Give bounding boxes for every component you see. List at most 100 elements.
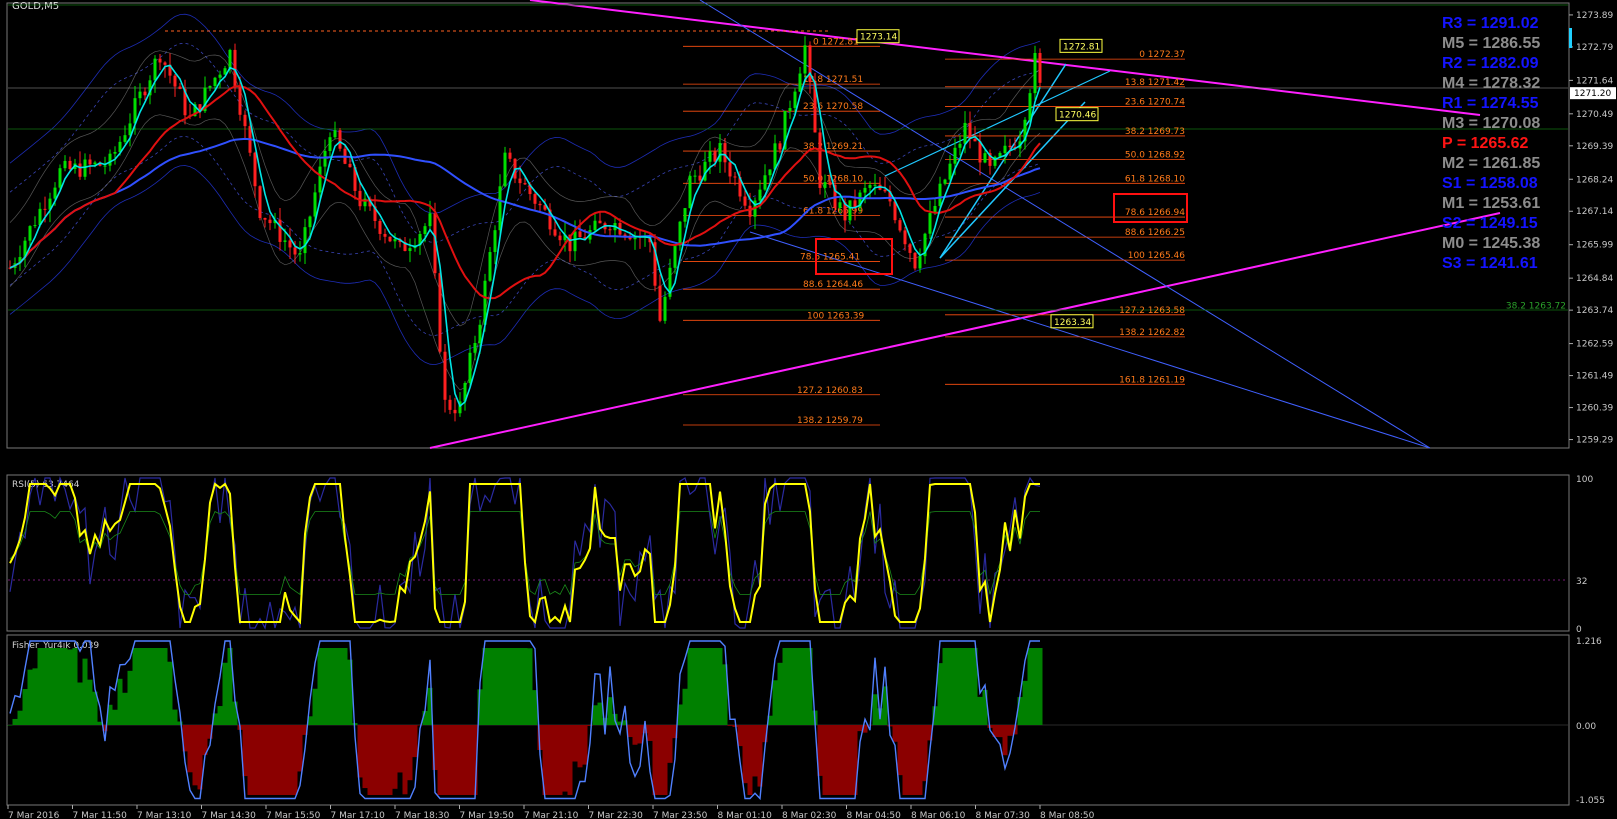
- fisher-histogram-bar: [907, 725, 913, 795]
- candle-body: [78, 163, 82, 177]
- candle-body: [1033, 53, 1037, 94]
- fisher-histogram-bar: [997, 725, 1003, 738]
- fisher-histogram-bar: [362, 725, 368, 789]
- candle-body: [898, 220, 902, 231]
- fisher-histogram-bar: [437, 725, 443, 795]
- candle-body: [428, 213, 432, 227]
- candle-body: [378, 221, 382, 234]
- candle-body: [873, 184, 877, 186]
- fisher-histogram-bar: [337, 648, 343, 725]
- candle-body: [478, 324, 482, 344]
- candle-body: [293, 247, 297, 255]
- candle-body: [493, 230, 497, 253]
- fisher-histogram-bar: [942, 648, 948, 725]
- candle-body: [308, 216, 312, 228]
- fib-label-left: 100 1263.39: [807, 311, 865, 321]
- time-tick-label: 7 Mar 2016: [8, 811, 60, 819]
- fisher-histogram-bar: [167, 661, 173, 725]
- time-tick-label: 8 Mar 02:30: [782, 811, 837, 819]
- fisher-histogram-bar: [287, 725, 293, 795]
- candle-body: [978, 141, 982, 163]
- time-tick-label: 7 Mar 22:30: [589, 811, 644, 819]
- fisher-histogram-bar: [952, 648, 958, 725]
- price-tick-label: 1262.59: [1576, 340, 1613, 350]
- time-tick-label: 7 Mar 18:30: [395, 811, 450, 819]
- candle-body: [218, 74, 222, 78]
- fisher-histogram-bar: [502, 648, 508, 725]
- candle-body: [83, 159, 87, 177]
- fisher-histogram-bar: [727, 725, 733, 726]
- fib-label-right: 127.2 1263.58: [1119, 306, 1185, 316]
- candle-body: [683, 208, 687, 222]
- pivot-label: R1 = 1274.55: [1442, 95, 1539, 112]
- rsi-level-label: 32: [1576, 577, 1587, 587]
- candle-body: [333, 130, 337, 138]
- fib-label-right: 23.6 1270.74: [1125, 98, 1185, 108]
- candle-body: [963, 122, 967, 144]
- candle-body: [213, 77, 217, 87]
- fisher-histogram-bar: [652, 725, 658, 795]
- candle-body: [518, 178, 522, 184]
- candle-body: [328, 137, 332, 152]
- candle-body: [838, 202, 842, 208]
- candle-body: [973, 138, 977, 142]
- fisher-histogram-bar: [662, 725, 668, 795]
- candle-body: [298, 253, 302, 255]
- fisher-histogram-bar: [1007, 725, 1013, 736]
- candle-body: [393, 239, 397, 242]
- candle-body: [673, 245, 677, 268]
- fisher-histogram-bar: [22, 689, 28, 725]
- fisher-histogram-bar: [82, 658, 88, 725]
- fisher-histogram-bar: [52, 648, 58, 725]
- fib-label-right: 50.0 1268.92: [1125, 150, 1185, 160]
- candle-body: [338, 130, 342, 149]
- fisher-level-label: -1.055: [1576, 796, 1605, 806]
- fisher-histogram-bar: [312, 688, 318, 725]
- candle-body: [143, 91, 147, 96]
- candle-body: [708, 151, 712, 162]
- candle-body: [153, 58, 157, 81]
- fisher-histogram-bar: [732, 725, 738, 727]
- candle-body: [278, 219, 282, 242]
- candle-body: [523, 183, 527, 185]
- fisher-histogram-bar: [222, 662, 228, 725]
- fisher-histogram-bar: [582, 725, 588, 765]
- fisher-histogram-bar: [922, 725, 928, 782]
- fisher-histogram-bar: [797, 648, 803, 725]
- time-tick-label: 7 Mar 21:10: [524, 811, 579, 819]
- fisher-histogram-bar: [277, 725, 283, 795]
- fisher-histogram-bar: [1032, 648, 1038, 725]
- time-tick-label: 7 Mar 15:50: [266, 811, 321, 819]
- candle-body: [1028, 93, 1032, 120]
- price-box-label: 1263.34: [1054, 318, 1091, 328]
- candle-body: [983, 153, 987, 163]
- fisher-histogram-bar: [917, 725, 923, 795]
- candle-body: [448, 399, 452, 410]
- fib-label-left: 23.6 1270.58: [803, 102, 863, 112]
- fisher-histogram-bar: [872, 694, 878, 725]
- candle-body: [953, 147, 957, 164]
- time-tick-label: 8 Mar 06:10: [911, 811, 966, 819]
- candle-body: [768, 169, 772, 176]
- price-tick-label: 1268.24: [1576, 175, 1613, 185]
- fisher-histogram-bar: [27, 669, 33, 725]
- candle-body: [578, 231, 582, 238]
- fisher-histogram-bar: [262, 725, 268, 795]
- price-box-label: 1273.14: [860, 33, 897, 43]
- pivot-label: M1 = 1253.61: [1442, 195, 1540, 212]
- fisher-histogram-bar: [497, 648, 503, 725]
- fisher-histogram-bar: [122, 692, 128, 725]
- fisher-histogram-bar: [647, 725, 653, 741]
- trading-chart[interactable]: GOLD,M5 0 1272.8113.8 1271.5123.6 1270.5…: [0, 0, 1617, 819]
- fisher-histogram-bar: [292, 725, 298, 795]
- fisher-histogram-bar: [962, 648, 968, 725]
- fisher-histogram-bar: [147, 648, 153, 725]
- fisher-histogram-bar: [442, 725, 448, 795]
- pivot-label: M0 = 1245.38: [1442, 235, 1540, 252]
- candle-body: [423, 226, 427, 234]
- candle-body: [958, 143, 962, 148]
- fisher-histogram-bar: [7, 725, 13, 726]
- fisher-histogram-bar: [377, 725, 383, 795]
- fisher-histogram-bar: [282, 725, 288, 795]
- candle-body: [228, 49, 232, 69]
